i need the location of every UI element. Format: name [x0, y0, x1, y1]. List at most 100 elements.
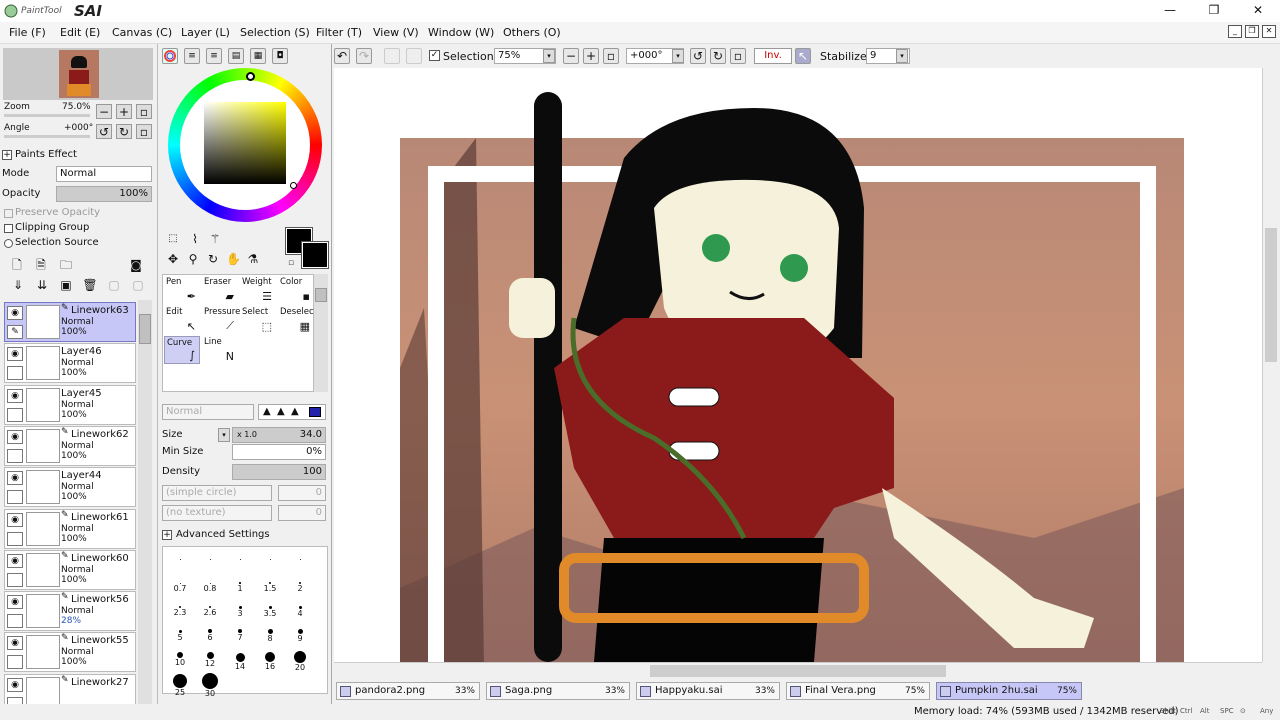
scratchpad-tab-icon[interactable]: ▦ [250, 48, 266, 64]
tool-blend-select[interactable]: Normal [162, 404, 254, 420]
selection-checkbox[interactable]: ✓ [429, 50, 440, 61]
eyedropper-icon[interactable]: ⚗ [246, 252, 260, 266]
brush-size-preset[interactable]: 4 [285, 599, 315, 621]
apply-mask-icon[interactable]: ▢ [106, 278, 122, 294]
brush-size-preset[interactable]: 20 [285, 647, 315, 672]
brush-size-preset[interactable]: 3 [225, 599, 255, 621]
transparent-color-icon[interactable]: ▫ [288, 256, 294, 270]
toolbar-zoom-out-icon[interactable]: − [563, 48, 579, 64]
mdi-restore-icon[interactable]: ❐ [1245, 25, 1259, 38]
brush-size-preset[interactable] [195, 551, 225, 573]
document-tab[interactable]: pandora2.png 33% [336, 682, 480, 700]
new-folder-icon[interactable]: 🗀 [58, 258, 74, 274]
layer-row[interactable]: ◉ Linework60 ✎ Normal 100% [4, 549, 136, 590]
canvas-h-scrollbar[interactable] [334, 662, 1262, 678]
blend-mode-select[interactable]: Normal [56, 166, 152, 182]
layer-lock-checkbox[interactable] [7, 407, 23, 422]
brush-size-preset[interactable]: 2 [285, 575, 315, 597]
tool-color[interactable]: Color ▪ [278, 276, 314, 304]
brush-size-preset[interactable]: 8 [255, 623, 285, 645]
brush-size-preset[interactable]: 6 [195, 623, 225, 645]
menu-edit[interactable]: Edit (E) [60, 26, 100, 39]
visibility-eye-icon[interactable]: ◉ [7, 636, 23, 651]
brush-size-preset[interactable]: 7 [225, 623, 255, 645]
expand-icon[interactable]: + [2, 150, 12, 160]
zoom-slider[interactable] [4, 114, 90, 117]
layer-row[interactable]: ◉ Linework27 ✎ [4, 673, 136, 704]
layer-row[interactable]: ◉ Layer45 Normal 100% [4, 384, 136, 425]
transfer-down-icon[interactable]: ⇓ [10, 278, 26, 294]
visibility-eye-icon[interactable]: ◉ [7, 388, 23, 403]
menu-layer[interactable]: Layer (L) [181, 26, 230, 39]
menu-view[interactable]: View (V) [373, 26, 419, 39]
brush-size-preset[interactable]: 12 [195, 647, 225, 669]
layer-row[interactable]: ◉ Layer46 Normal 100% [4, 343, 136, 384]
zoom-reset-icon[interactable]: ▫ [136, 104, 152, 119]
zoom-tool-icon[interactable]: ⚲ [186, 252, 200, 266]
move-icon[interactable]: ✥ [166, 252, 180, 266]
brush-size-preset[interactable]: 1 [225, 575, 255, 597]
redo-icon[interactable]: ↷ [356, 48, 372, 64]
layer-row[interactable]: ◉ ✎ Linework63 ✎ Normal 100% [4, 302, 136, 342]
rgb-slider-tab-icon[interactable]: ≡ [184, 48, 200, 64]
tool-line[interactable]: Line N [202, 336, 238, 364]
layer-row[interactable]: ◉ Layer44 Normal 100% [4, 467, 136, 508]
brush-size-preset[interactable]: 0.8 [195, 575, 225, 597]
visibility-eye-icon[interactable]: ◉ [7, 306, 23, 320]
merge-down-icon[interactable]: ⇊ [34, 278, 50, 294]
color-square[interactable] [204, 102, 286, 184]
undo-icon[interactable]: ↶ [334, 48, 350, 64]
maximize-button[interactable]: ❐ [1192, 0, 1236, 22]
layer-row[interactable]: ◉ Linework61 ✎ Normal 100% [4, 508, 136, 549]
tool-deselect[interactable]: Deselect ▦ [278, 306, 317, 334]
tool-eraser[interactable]: Eraser ▰ [202, 276, 238, 304]
edge-hardness-selector[interactable]: ▲ ▲ ▲ [258, 404, 326, 420]
document-tab[interactable]: Pumpkin 2hu.sai 75% [936, 682, 1082, 700]
brush-shape-amount[interactable]: 0 [278, 485, 326, 501]
advanced-settings-label[interactable]: Advanced Settings [176, 529, 270, 540]
density-slider[interactable]: 100 [232, 464, 326, 480]
clipping-group-checkbox[interactable] [4, 224, 13, 233]
menu-window[interactable]: Window (W) [428, 26, 494, 39]
zoom-out-icon[interactable]: − [96, 104, 112, 119]
magic-wand-icon[interactable]: ⚚ [208, 232, 222, 246]
layer-lock-checkbox[interactable] [7, 448, 23, 463]
tool-weight[interactable]: Weight ☰ [240, 276, 276, 304]
layer-scroll-thumb[interactable] [139, 314, 151, 344]
zoom-in-icon[interactable]: + [116, 104, 132, 119]
invert-view-button[interactable]: Inv. [754, 48, 792, 64]
selection-source-radio[interactable] [4, 239, 13, 248]
brush-size-preset[interactable]: 25 [165, 671, 195, 697]
canvas-v-scrollbar[interactable] [1262, 68, 1278, 662]
opacity-slider[interactable]: 100% [56, 186, 152, 202]
layer-list[interactable]: ◉ ✎ Linework63 ✎ Normal 100% ◉ Layer46 Normal 100… [0, 300, 154, 704]
mdi-close-icon[interactable]: ✕ [1262, 25, 1276, 38]
brush-size-preset[interactable] [225, 551, 255, 573]
brush-size-preset[interactable]: 10 [165, 647, 195, 669]
menu-file[interactable]: File (F) [9, 26, 46, 39]
stabilizer-dropdown-icon[interactable]: ▾ [896, 49, 908, 63]
navigator-preview[interactable] [3, 48, 153, 100]
lasso-icon[interactable]: ⌇ [188, 232, 202, 246]
minimize-button[interactable]: — [1148, 0, 1192, 22]
clear-layer-icon[interactable]: ▣ [58, 278, 74, 294]
hsv-slider-tab-icon[interactable]: ≡ [206, 48, 222, 64]
toolbar-rotate-left-icon[interactable]: ↺ [690, 48, 706, 64]
edge-selected-icon[interactable] [309, 407, 321, 417]
advanced-expand-icon[interactable]: + [162, 530, 172, 540]
menu-others[interactable]: Others (O) [503, 26, 561, 39]
menu-filter[interactable]: Filter (T) [316, 26, 362, 39]
angle-dropdown-icon[interactable]: ▾ [672, 49, 684, 63]
layer-scrollbar[interactable] [138, 300, 152, 704]
secondary-color-swatch[interactable] [301, 241, 329, 269]
brush-size-preset[interactable]: 3.5 [255, 599, 285, 621]
layer-row[interactable]: ◉ Linework56 ✎ Normal 28% [4, 591, 136, 632]
toolbar-rotate-reset-icon[interactable]: ▫ [730, 48, 746, 64]
swatch-tab-icon[interactable]: ▤ [228, 48, 244, 64]
brush-size-preset[interactable]: 1.5 [255, 575, 285, 597]
rotate-tool-icon[interactable]: ↻ [206, 252, 220, 266]
color-wheel[interactable] [168, 68, 322, 222]
tool-edit[interactable]: Edit ↖ [164, 306, 200, 334]
canvas-h-scroll-thumb[interactable] [650, 665, 946, 677]
canvas[interactable] [334, 68, 1262, 662]
